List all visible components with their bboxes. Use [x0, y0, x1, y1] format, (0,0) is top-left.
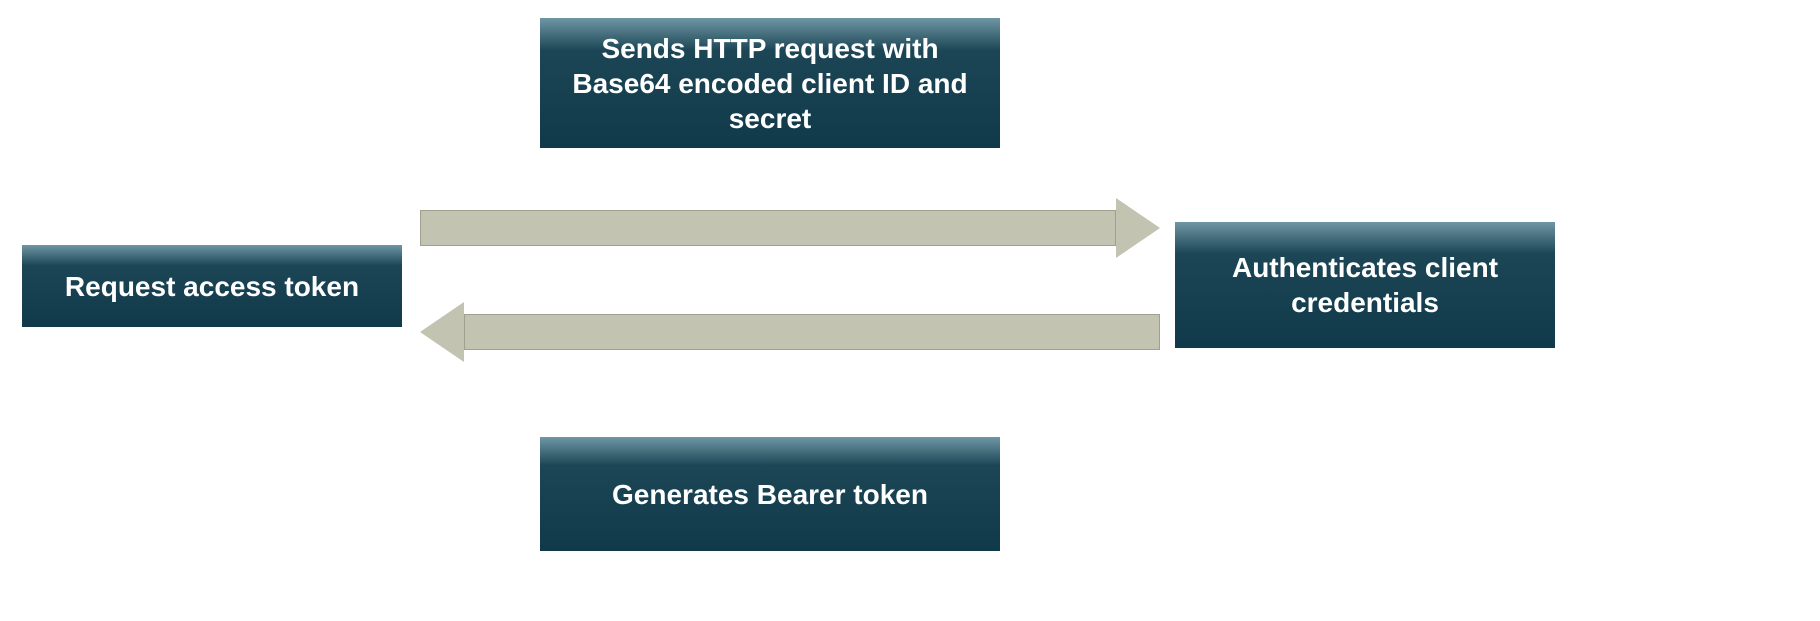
box-request-access-token: Request access token: [22, 245, 402, 327]
box-authenticates-client-credentials: Authenticates client credentials: [1175, 222, 1555, 348]
box-send-http-request: Sends HTTP request with Base64 encoded c…: [540, 18, 1000, 148]
arrow-forward-icon: [420, 198, 1160, 258]
box-generates-bearer-token: Generates Bearer token: [540, 437, 1000, 551]
arrow-backward-icon: [420, 302, 1160, 362]
